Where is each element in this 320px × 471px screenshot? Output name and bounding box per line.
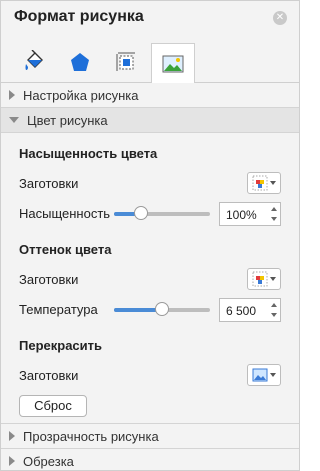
section-picture-settings-label: Настройка рисунка xyxy=(23,87,139,103)
saturation-presets-label: Заготовки xyxy=(19,176,79,191)
tab-size-properties[interactable] xyxy=(105,43,147,81)
tab-strip xyxy=(1,35,299,83)
tab-effects[interactable] xyxy=(59,43,101,81)
saturation-slider-thumb[interactable] xyxy=(133,206,148,220)
paint-bucket-icon xyxy=(25,50,43,70)
picture-icon xyxy=(252,368,268,382)
temperature-slider-thumb[interactable] xyxy=(155,302,169,316)
saturation-heading: Насыщенность цвета xyxy=(19,146,158,161)
temperature-row: Температура 6 500 xyxy=(1,295,299,325)
recolor-presets-label: Заготовки xyxy=(19,368,79,383)
down-arrow-icon[interactable] xyxy=(271,217,277,221)
saturation-slider[interactable] xyxy=(114,206,210,220)
color-presets-icon xyxy=(252,271,268,287)
up-arrow-icon[interactable] xyxy=(271,303,277,307)
saturation-value: 100% xyxy=(226,208,257,222)
format-picture-pane: Формат рисунка ✕ Настройка рисунка Цвет … xyxy=(0,0,300,471)
tone-presets-button[interactable] xyxy=(247,268,281,290)
recolor-heading: Перекрасить xyxy=(19,338,103,353)
saturation-presets-row: Заготовки xyxy=(1,169,299,199)
section-picture-color[interactable]: Цвет рисунка xyxy=(1,108,299,133)
temperature-label: Температура xyxy=(19,302,98,317)
saturation-row: Насыщенность 100% xyxy=(1,199,299,229)
size-icon xyxy=(116,52,135,71)
temperature-value: 6 500 xyxy=(226,304,257,318)
tone-heading: Оттенок цвета xyxy=(19,242,112,257)
pentagon-icon xyxy=(71,53,89,71)
saturation-stepper[interactable] xyxy=(268,203,280,225)
close-icon[interactable]: ✕ xyxy=(273,11,287,25)
collapse-arrow-icon xyxy=(9,117,19,123)
section-picture-color-label: Цвет рисунка xyxy=(27,112,108,128)
tone-presets-label: Заготовки xyxy=(19,272,79,287)
section-crop[interactable]: Обрезка xyxy=(1,449,299,470)
temperature-spinbox[interactable]: 6 500 xyxy=(219,298,281,322)
chevron-down-icon xyxy=(270,373,276,377)
saturation-label: Насыщенность xyxy=(19,206,111,221)
section-crop-label: Обрезка xyxy=(23,453,74,469)
section-picture-settings[interactable]: Настройка рисунка xyxy=(1,83,299,108)
temperature-slider[interactable] xyxy=(114,302,210,316)
recolor-presets-button[interactable] xyxy=(247,364,281,386)
recolor-presets-row: Заготовки xyxy=(1,361,299,391)
temperature-stepper[interactable] xyxy=(268,299,280,321)
expand-arrow-icon xyxy=(9,431,15,441)
up-arrow-icon[interactable] xyxy=(271,207,277,211)
saturation-presets-button[interactable] xyxy=(247,172,281,194)
tab-fill-line[interactable] xyxy=(13,43,55,81)
tone-presets-row: Заготовки xyxy=(1,265,299,295)
tab-picture[interactable] xyxy=(151,43,195,83)
section-transparency-label: Прозрачность рисунка xyxy=(23,428,159,444)
expand-arrow-icon xyxy=(9,456,15,466)
expand-arrow-icon xyxy=(9,90,15,100)
saturation-spinbox[interactable]: 100% xyxy=(219,202,281,226)
chevron-down-icon xyxy=(270,181,276,185)
chevron-down-icon xyxy=(270,277,276,281)
reset-button[interactable]: Сброс xyxy=(19,395,87,417)
section-transparency[interactable]: Прозрачность рисунка xyxy=(1,424,299,449)
picture-color-body: Насыщенность цвета Заготовки Насыщенност… xyxy=(1,139,299,424)
down-arrow-icon[interactable] xyxy=(271,313,277,317)
picture-icon xyxy=(162,55,184,72)
pane-title: Формат рисунка xyxy=(14,8,144,25)
color-presets-icon xyxy=(252,175,268,191)
title-bar: Формат рисунка ✕ xyxy=(1,1,299,35)
